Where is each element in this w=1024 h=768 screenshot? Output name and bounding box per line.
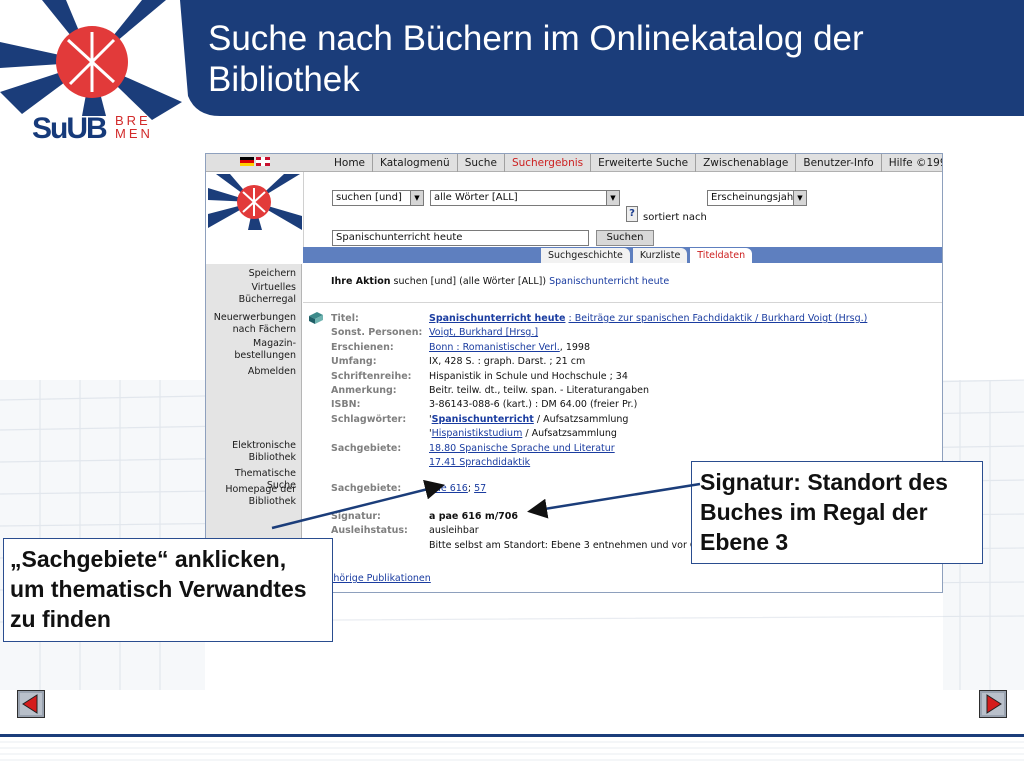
- search-input[interactable]: Spanischunterricht heute: [332, 230, 589, 246]
- classification-link-1[interactable]: 18.80 Spanische Sprache und Literatur: [429, 443, 615, 454]
- shelfmark-value: a pae 616 m/706: [429, 511, 519, 522]
- sidebar-link-2[interactable]: Neuerwerbungen nach Fächern: [214, 312, 296, 336]
- series-label: Schriftenreihe:: [331, 371, 412, 382]
- divider: [303, 302, 942, 303]
- nav-item-6[interactable]: Benutzer-Info: [795, 154, 880, 172]
- field-select[interactable]: suchen [und] ▼: [332, 190, 424, 206]
- nav-item-7[interactable]: Hilfe ©1998-2005 O: [880, 154, 942, 172]
- catalog-logo-icon: [208, 174, 302, 230]
- sidebar-link-line: Virtuelles: [251, 282, 297, 293]
- nav-item-3[interactable]: Suchergebnis: [503, 154, 590, 172]
- result-tabs: Suchgeschichte Kurzliste Titeldaten: [541, 248, 755, 263]
- title-label: Titel:: [331, 313, 359, 324]
- english-flag-icon[interactable]: [256, 157, 270, 166]
- previous-slide-icon[interactable]: [17, 690, 45, 718]
- published-year: , 1998: [559, 342, 591, 353]
- field-select-value: suchen [und]: [336, 192, 402, 203]
- action-line: Ihre Aktion suchen [und] (alle Wörter [A…: [331, 276, 669, 287]
- sidebar-link-line: bestellungen: [234, 350, 296, 361]
- local-classification-link-1[interactable]: pae 616: [429, 483, 468, 494]
- slide-title: Suche nach Büchern im Onlinekatalog der …: [208, 19, 864, 99]
- search-form: suchen [und] ▼ alle Wörter [ALL] ▼ ? sor…: [303, 172, 942, 248]
- german-flag-icon[interactable]: [240, 157, 254, 166]
- nav-item-1[interactable]: Katalogmenü: [372, 154, 457, 172]
- extent-label: Umfang:: [331, 356, 377, 367]
- nav-item-0[interactable]: Home: [304, 154, 372, 172]
- sidebar-link-7[interactable]: Homepage der Bibliothek: [225, 484, 296, 508]
- suub-logo-icon: [0, 0, 182, 120]
- publisher-link[interactable]: Bonn : Romanistischer Verl.: [429, 342, 560, 353]
- sort-select[interactable]: Erscheinungsjahr ▼: [707, 190, 807, 206]
- subject-link-2[interactable]: Hispanistikstudium: [432, 428, 523, 439]
- sidebar-link-0[interactable]: Speichern: [249, 268, 296, 280]
- nav-item-2[interactable]: Suche: [456, 154, 504, 172]
- local-classification-label: Sachgebiete:: [331, 483, 402, 494]
- search-button[interactable]: Suchen: [596, 230, 654, 246]
- title-link[interactable]: Spanischunterricht heute: [429, 313, 565, 324]
- subject-rest-2: / Aufsatzsammlung: [522, 428, 617, 439]
- sidebar-link-line: Elektronische: [232, 440, 296, 451]
- isbn-value: 3-86143-088-6 (kart.) : DM 64.00 (freier…: [429, 399, 638, 410]
- sort-label: sortiert nach: [643, 212, 707, 223]
- action-text: suchen [und] (alle Wörter [ALL]): [393, 276, 547, 287]
- chevron-down-icon: ▼: [410, 191, 423, 205]
- subject-link-1[interactable]: Spanischunterricht: [432, 414, 534, 425]
- sidebar-link-5[interactable]: Elektronische Bibliothek: [232, 440, 296, 464]
- subject-rest-1: / Aufsatzsammlung: [533, 414, 629, 425]
- local-classification-link-2[interactable]: 57: [474, 483, 486, 494]
- chevron-down-icon: ▼: [793, 191, 806, 205]
- note-value: Beitr. teilw. dt., teilw. span. - Litera…: [429, 385, 649, 396]
- next-slide-icon[interactable]: [979, 690, 1007, 718]
- note-label: Anmerkung:: [331, 385, 397, 396]
- sidebar-link-1[interactable]: Virtuelles Bücherregal: [239, 282, 296, 306]
- shelfmark-label: Signatur:: [331, 511, 381, 522]
- title-rest[interactable]: : Beiträge zur spanischen Fachdidaktik /…: [569, 313, 868, 324]
- book-icon: [309, 312, 323, 324]
- isbn-label: ISBN:: [331, 399, 361, 410]
- sidebar-link-line: Bücherregal: [238, 294, 296, 305]
- published-label: Erschienen:: [331, 342, 394, 353]
- extent-value: IX, 428 S. : graph. Darst. ; 21 cm: [429, 356, 586, 367]
- sidebar-link-line: Bibliothek: [248, 452, 296, 463]
- sidebar-link-4[interactable]: Abmelden: [248, 366, 296, 378]
- sidebar-link-line: nach Fächern: [232, 324, 296, 335]
- classification-link-2[interactable]: 17.41 Sprachdidaktik: [429, 457, 530, 468]
- sidebar-link-line: Magazin-: [253, 338, 296, 349]
- series-value: Hispanistik in Schule und Hochschule ; 3…: [429, 371, 628, 382]
- nav-item-4[interactable]: Erweiterte Suche: [590, 154, 695, 172]
- footer-line: [0, 734, 1024, 737]
- tab-2[interactable]: Titeldaten: [690, 248, 753, 263]
- suub-wordmark: SuUB BRE MEN: [32, 112, 162, 152]
- scope-select[interactable]: alle Wörter [ALL] ▼: [430, 190, 620, 206]
- catalog-topbar: Home Katalogmenü Suche Suchergebnis Erweiter…: [206, 154, 942, 172]
- persons-link[interactable]: Voigt, Burkhard [Hrsg.]: [429, 327, 538, 338]
- persons-label: Sonst. Personen:: [331, 327, 423, 338]
- action-label: Ihre Aktion: [331, 276, 391, 287]
- action-query: Spanischunterricht heute: [549, 276, 670, 287]
- subjects-label: Schlagwörter:: [331, 414, 407, 425]
- nav-item-5[interactable]: Zwischenablage: [695, 154, 795, 172]
- sidebar-link-line: Homepage der: [225, 484, 296, 495]
- sidebar-link-line: Speichern: [248, 268, 296, 279]
- tab-0[interactable]: Suchgeschichte: [541, 248, 630, 263]
- sidebar-link-line: Abmelden: [247, 366, 296, 377]
- callout-subjects: „Sachgebiete“ anklicken, um thematisch V…: [3, 538, 333, 642]
- chevron-down-icon: ▼: [606, 191, 619, 205]
- classification-label: Sachgebiete:: [331, 443, 402, 454]
- brand-main: SuUB: [32, 112, 108, 145]
- scope-select-value: alle Wörter [ALL]: [434, 192, 518, 203]
- tab-1[interactable]: Kurzliste: [632, 248, 688, 263]
- catalog-nav: Home Katalogmenü Suche Suchergebnis Erweiter…: [304, 154, 942, 172]
- sidebar-link-line: Bibliothek: [248, 496, 296, 507]
- status-label: Ausleihstatus:: [331, 525, 408, 536]
- brand-small: BRE MEN: [115, 113, 153, 141]
- callout-shelfmark: Signatur: Standort des Buches im Regal d…: [691, 461, 983, 564]
- sidebar-link-line: Neuerwerbungen: [213, 312, 296, 323]
- sidebar-link-3[interactable]: Magazin-bestellungen: [234, 338, 296, 362]
- sort-select-value: Erscheinungsjahr: [711, 192, 798, 203]
- language-flags: [240, 157, 272, 168]
- help-button[interactable]: ?: [626, 206, 638, 222]
- status-value: ausleihbar: [429, 525, 479, 536]
